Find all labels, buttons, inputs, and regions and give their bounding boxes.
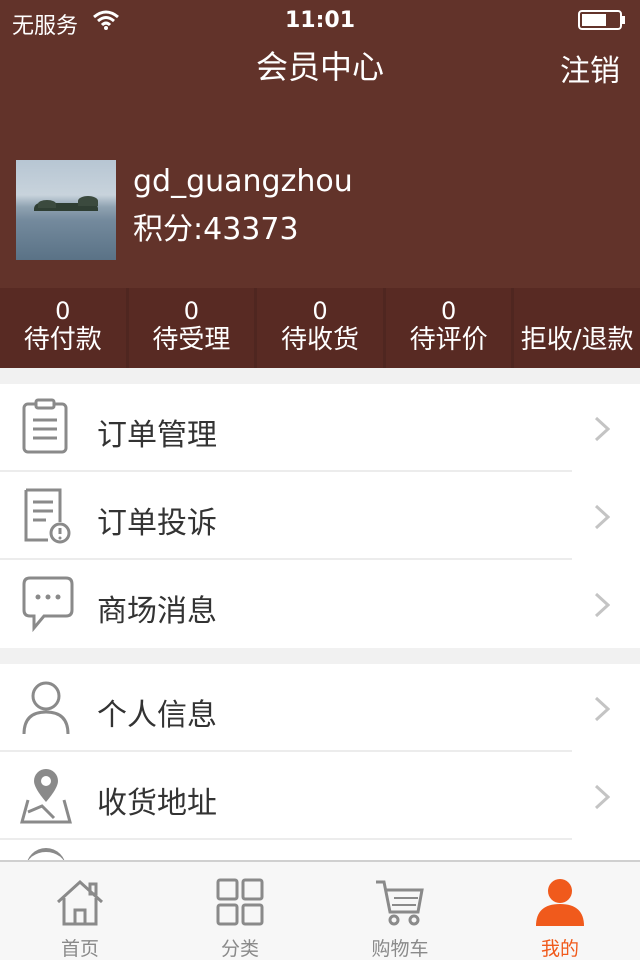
chevron-right-icon <box>594 416 610 442</box>
order-status-to-receive[interactable]: 0 待收货 <box>257 288 383 368</box>
avatar[interactable] <box>16 160 116 260</box>
order-count: 0 <box>55 297 71 325</box>
menu-group-orders: 订单管理 订单投诉 商场消息 <box>0 384 640 648</box>
order-count: 0 <box>312 297 328 325</box>
tab-label: 分类 <box>220 938 259 960</box>
chevron-right-icon <box>594 696 610 722</box>
order-status-unpaid[interactable]: 0 待付款 <box>0 288 126 368</box>
tab-category[interactable]: 分类 <box>160 862 320 960</box>
order-count: 0 <box>183 297 200 325</box>
tab-label: 首页 <box>60 938 99 960</box>
battery-icon <box>578 10 625 30</box>
points-label: 积分:43373 <box>133 212 299 247</box>
order-status-label: 待评价 <box>409 325 488 355</box>
order-count <box>514 298 640 324</box>
tab-home[interactable]: 首页 <box>0 862 160 960</box>
chevron-right-icon <box>594 784 610 810</box>
menu-item-personal-info[interactable]: 个人信息 <box>0 664 640 752</box>
cart-icon <box>376 880 424 926</box>
person-icon <box>22 681 70 735</box>
logout-button[interactable]: 注销 <box>560 46 620 90</box>
tab-label: 我的 <box>540 938 579 960</box>
member-header: 无服务 11:01 会员中心 注销 gd_guangzhou 积分:43373 … <box>0 0 640 368</box>
chevron-right-icon <box>594 592 610 618</box>
menu-item-label: 收货地址 <box>97 786 217 821</box>
menu-item-order-management[interactable]: 订单管理 <box>0 384 640 472</box>
menu-item-shipping-address[interactable]: 收货地址 <box>0 752 640 840</box>
document-alert-icon <box>24 488 71 544</box>
order-status-label: 拒收/退款 <box>520 325 634 355</box>
page-title: 会员中心 <box>255 48 384 86</box>
order-count: 0 <box>440 297 457 325</box>
clipboard-icon <box>22 398 68 454</box>
order-status-to-review[interactable]: 0 待评价 <box>385 288 512 368</box>
menu-group-account: 个人信息 收货地址 <box>0 664 640 860</box>
order-status-refund[interactable]: 拒收/退款 <box>514 288 640 368</box>
user-icon <box>536 879 584 926</box>
order-status-label: 待受理 <box>152 325 231 355</box>
chevron-right-icon <box>594 504 610 530</box>
tab-cart[interactable]: 购物车 <box>320 862 480 960</box>
menu-item-label: 个人信息 <box>97 698 217 733</box>
home-icon <box>56 879 104 926</box>
order-status-pending[interactable]: 0 待受理 <box>128 288 255 368</box>
menu-item-order-complaint[interactable]: 订单投诉 <box>0 472 640 560</box>
username: gd_guangzhou <box>133 164 353 199</box>
menu-item-mall-messages[interactable]: 商场消息 <box>0 560 640 648</box>
menu-item-label: 商场消息 <box>97 594 217 629</box>
avatar-tree-shape <box>38 200 56 208</box>
avatar-tree-shape <box>78 196 98 206</box>
tab-label: 购物车 <box>371 938 429 960</box>
bottom-tab-bar: 首页 分类 购物车 我的 <box>0 860 640 960</box>
status-bar: 无服务 11:01 <box>0 0 640 40</box>
menu-item-label: 订单管理 <box>97 418 217 453</box>
grid-icon <box>216 878 264 926</box>
status-time: 11:01 <box>284 8 356 33</box>
order-status-bar: 0 待付款 0 待受理 0 待收货 0 待评价 拒收/退款 <box>0 288 640 368</box>
map-pin-icon <box>20 769 72 824</box>
tab-mine[interactable]: 我的 <box>480 862 640 960</box>
menu-item-label: 订单投诉 <box>97 506 217 541</box>
order-status-label: 待付款 <box>23 325 102 355</box>
chat-bubble-icon <box>22 576 74 633</box>
order-status-label: 待收货 <box>280 325 359 355</box>
